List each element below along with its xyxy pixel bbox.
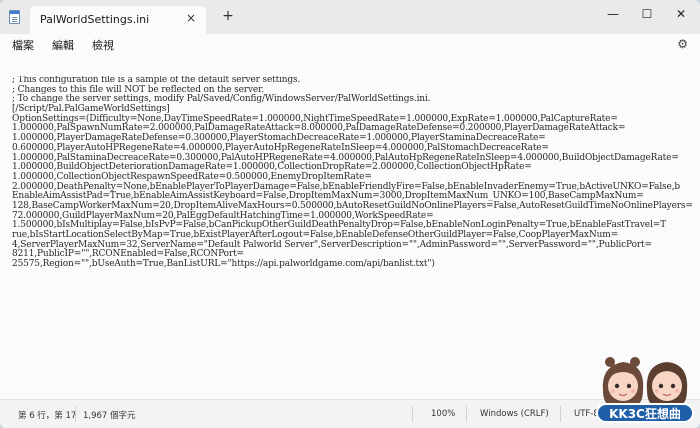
- mascot-right-icon: [646, 362, 688, 406]
- character-count: 1,967 個字元: [83, 411, 136, 421]
- mascot-left-icon: [602, 357, 644, 406]
- menu-bar: 檔案 編輯 檢視 ⚙: [0, 34, 700, 56]
- title-bar: PalWorldSettings.ini × + — ☐ ✕: [0, 0, 700, 34]
- status-divider: [75, 406, 76, 422]
- status-divider: [412, 406, 413, 422]
- editor-text[interactable]: ; This configuration file is a sample of…: [12, 76, 696, 394]
- watermark-text: KK3C狂想曲: [609, 406, 681, 421]
- file-tab[interactable]: PalWorldSettings.ini ×: [30, 6, 206, 34]
- close-window-button[interactable]: ✕: [670, 4, 692, 24]
- status-divider: [466, 406, 467, 422]
- cursor-position: 第 6 行，第 17: [18, 411, 77, 421]
- menu-edit[interactable]: 編輯: [52, 37, 74, 53]
- new-tab-button[interactable]: +: [220, 8, 236, 24]
- tab-title: PalWorldSettings.ini: [40, 13, 150, 26]
- zoom-level: 100%: [431, 409, 456, 419]
- tab-close-icon[interactable]: ×: [186, 11, 196, 25]
- menu-view[interactable]: 檢視: [92, 37, 114, 53]
- line-ending: Windows (CRLF): [480, 409, 549, 419]
- menu-file[interactable]: 檔案: [12, 37, 34, 53]
- editor-line[interactable]: 25575,Region="",bUseAuth=True,BanListURL…: [12, 259, 696, 270]
- gear-icon[interactable]: ⚙: [677, 37, 688, 51]
- watermark-logo: KK3C狂想曲: [593, 348, 697, 426]
- maximize-button[interactable]: ☐: [636, 4, 658, 24]
- notepad-window: PalWorldSettings.ini × + — ☐ ✕ 檔案 編輯 檢視 …: [0, 0, 700, 428]
- status-divider: [560, 406, 561, 422]
- notepad-app-icon: [9, 10, 20, 24]
- minimize-button[interactable]: —: [602, 4, 624, 24]
